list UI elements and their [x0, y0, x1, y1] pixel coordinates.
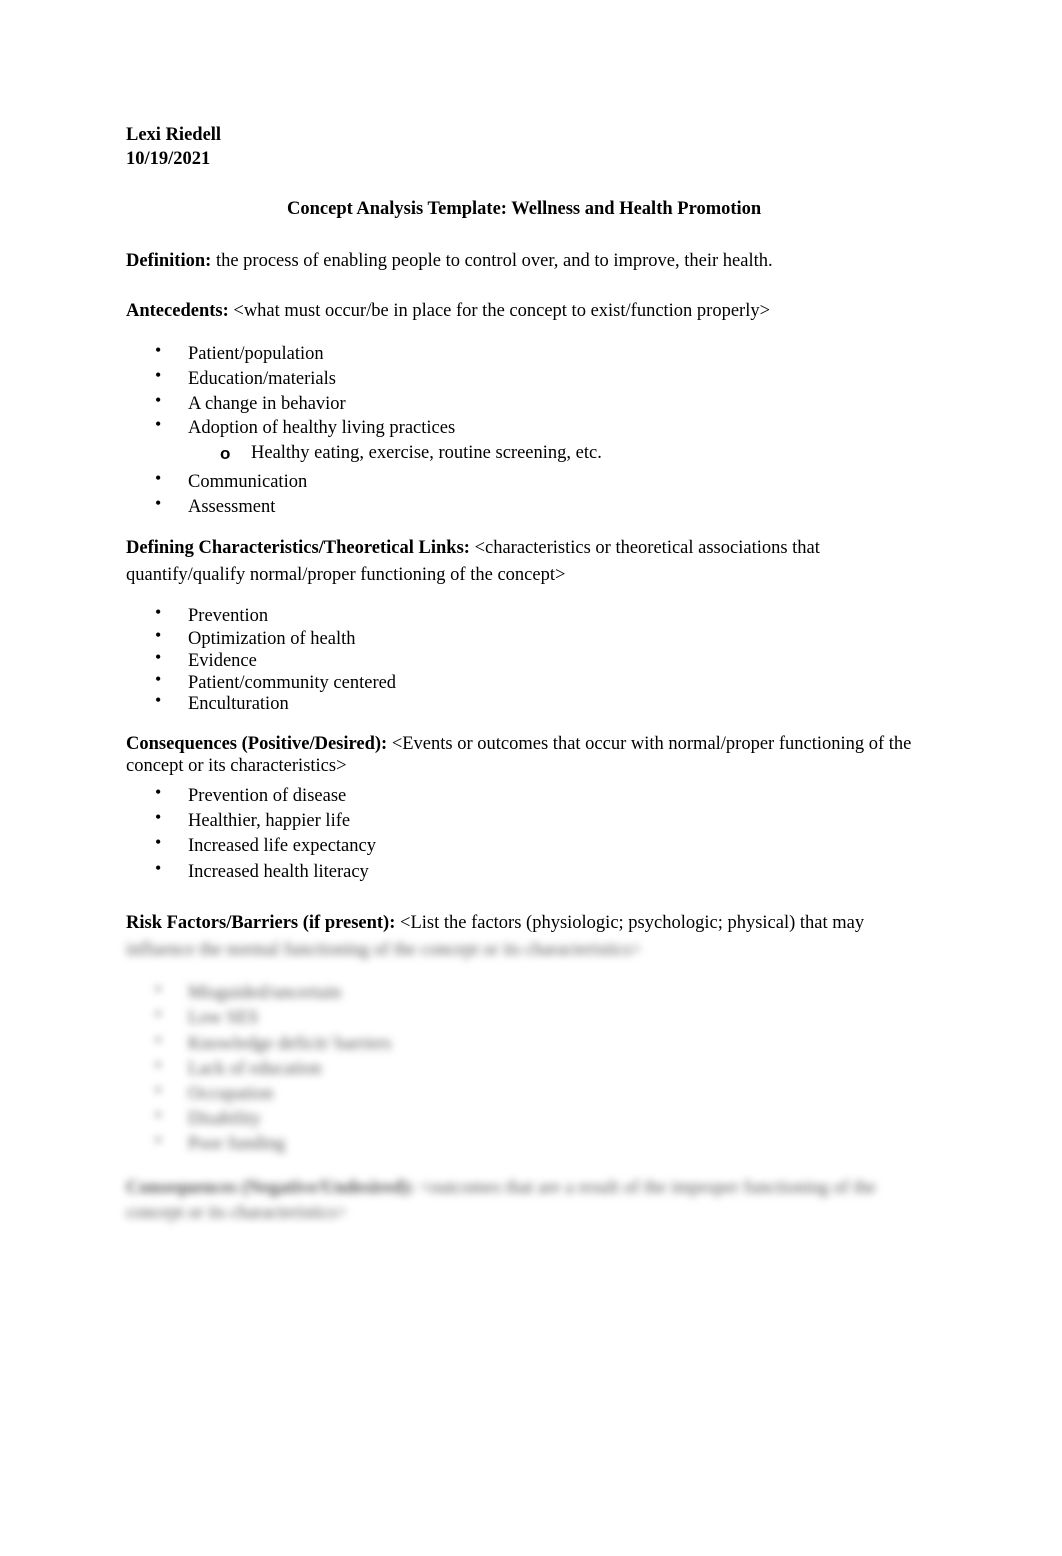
bullet-icon: • — [155, 340, 162, 360]
list-item: Increased health literacy — [188, 862, 369, 882]
list-item: Patient/community centered — [188, 673, 397, 693]
list-item: Optimization of health — [188, 629, 356, 649]
risk-factors-heading: Risk Factors/Barriers (if present): <Lis… — [126, 913, 864, 934]
list-item: Education/materials — [188, 369, 336, 389]
bullet-icon: • — [155, 647, 162, 667]
consequences-positive-label: Consequences (Positive/Desired): — [126, 734, 388, 754]
list-item: Knowledge deficit/ barriers — [188, 1034, 392, 1054]
bullet-icon: • — [155, 602, 162, 622]
antecedents-label: Antecedents: — [126, 301, 229, 321]
bullet-icon: • — [155, 493, 162, 513]
list-item: Patient/population — [188, 344, 324, 364]
list-item: Communication — [188, 472, 308, 492]
consequences-negative-label: Consequences (Negative/Undesired): — [126, 1178, 415, 1198]
definition-paragraph: Definition: the process of enabling peop… — [126, 251, 773, 272]
list-item: A change in behavior — [188, 394, 346, 414]
list-item: Occupation — [188, 1084, 274, 1104]
risk-factors-label: Risk Factors/Barriers (if present): — [126, 913, 396, 933]
sub-list-item: Healthy eating, exercise, routine screen… — [251, 443, 602, 463]
antecedents-prompt: <what must occur/be in place for the con… — [228, 301, 771, 321]
list-item: Poor funding — [188, 1134, 286, 1154]
consequences-positive-prompt-line1: <Events or outcomes that occur with norm… — [387, 734, 912, 754]
bullet-icon: • — [155, 390, 162, 410]
defining-characteristics-prompt-line2: quantify/qualify normal/proper functioni… — [126, 565, 566, 585]
bullet-icon: • — [155, 807, 162, 827]
defining-characteristics-heading: Defining Characteristics/Theoretical Lin… — [126, 538, 820, 559]
bullet-icon: • — [155, 669, 162, 689]
list-item: Healthier, happier life — [188, 811, 351, 831]
bullet-icon: • — [155, 1130, 162, 1150]
bullet-icon: • — [155, 468, 162, 488]
bullet-icon: • — [155, 979, 162, 999]
list-item: Increased life expectancy — [188, 836, 376, 856]
defining-characteristics-prompt-line1: <characteristics or theoretical associat… — [469, 538, 820, 558]
list-item: Adoption of healthy living practices — [188, 418, 456, 438]
sub-bullet-icon: o — [220, 444, 231, 463]
list-item: Prevention — [188, 606, 269, 626]
risk-factors-prompt-line2-blurred: influence the normal functioning of the … — [126, 940, 642, 960]
consequences-positive-heading: Consequences (Positive/Desired): <Events… — [126, 734, 911, 755]
document-title: Concept Analysis Template: Wellness and … — [287, 199, 762, 219]
risk-factors-prompt-line1: <List the factors (physiologic; psycholo… — [395, 913, 865, 933]
consequences-negative-prompt-line1: <outcomes that are a result of the impro… — [414, 1178, 876, 1198]
definition-label: Definition: — [126, 251, 212, 271]
document-date: 10/19/2021 — [126, 149, 211, 169]
bullet-icon: • — [155, 1105, 162, 1125]
definition-text: the process of enabling people to contro… — [211, 251, 773, 271]
bullet-icon: • — [155, 1055, 162, 1075]
bullet-icon: • — [155, 782, 162, 802]
bullet-icon: • — [155, 832, 162, 852]
list-item: Assessment — [188, 497, 276, 517]
list-item: Misguided/uncertain — [188, 983, 342, 1003]
bullet-icon: • — [155, 690, 162, 710]
consequences-negative-heading-blurred: Consequences (Negative/Undesired): <outc… — [126, 1178, 876, 1199]
consequences-positive-prompt-line2: concept or its characteristics> — [126, 756, 347, 776]
bullet-icon: • — [155, 365, 162, 385]
consequences-negative-prompt-line2-blurred: concept or its characteristics> — [126, 1203, 347, 1223]
bullet-icon: • — [155, 625, 162, 645]
bullet-icon: • — [155, 1080, 162, 1100]
list-item: Low SES — [188, 1008, 259, 1028]
author-name: Lexi Riedell — [126, 125, 222, 145]
list-item: Enculturation — [188, 694, 289, 714]
list-item: Prevention of disease — [188, 786, 347, 806]
list-item: Lack of education — [188, 1059, 322, 1079]
bullet-icon: • — [155, 414, 162, 434]
bullet-icon: • — [155, 858, 162, 878]
defining-characteristics-label: Defining Characteristics/Theoretical Lin… — [126, 538, 470, 558]
document-page: Lexi Riedell 10/19/2021 Concept Analysis… — [0, 0, 1062, 1556]
bullet-icon: • — [155, 1030, 162, 1050]
list-item: Evidence — [188, 651, 257, 671]
list-item: Disability — [188, 1109, 261, 1129]
bullet-icon: • — [155, 1004, 162, 1024]
antecedents-heading: Antecedents: <what must occur/be in plac… — [126, 301, 770, 322]
